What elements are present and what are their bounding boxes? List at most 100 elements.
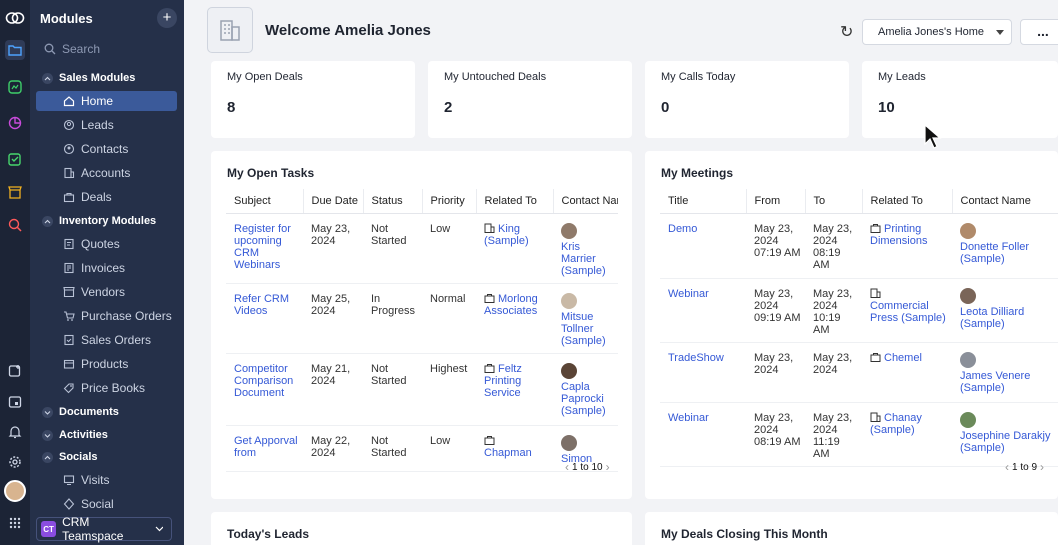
sidebar-item-invoices[interactable]: Invoices [36,258,177,278]
feeds-icon[interactable] [5,361,25,381]
col-priority[interactable]: Priority [421,189,476,214]
sidebar-item-label: Accounts [81,166,131,180]
col-related-to[interactable]: Related To [475,189,553,214]
kpi-calls-today[interactable]: My Calls Today 0 [645,61,849,138]
teamspace-switcher[interactable]: CT CRM Teamspace [36,515,172,543]
col-status[interactable]: Status [362,189,422,214]
apps-grid-icon[interactable] [5,513,25,533]
sidebar-item-accounts[interactable]: Accounts [36,163,177,183]
more-options-button[interactable]: ... [1020,19,1058,45]
meeting-to: May 23, 2024 11:19 AM [805,402,862,467]
section-label: Sales Modules [59,72,136,84]
kpi-untouched-deals[interactable]: My Untouched Deals 2 [428,61,632,138]
section-sales-modules[interactable]: Sales Modules [42,72,135,84]
teamspace-badge: CT [41,521,57,537]
next-page-icon[interactable]: › [1040,460,1044,474]
table-row: Competitor Comparison Document May 21, 2… [226,353,618,426]
section-documents[interactable]: Documents [42,406,119,418]
sidebar-item-purchase-orders[interactable]: Purchase Orders [36,306,177,326]
home-view-select[interactable]: Amelia Jones's Home [862,19,1012,45]
section-socials[interactable]: Socials [42,451,98,463]
col-from[interactable]: From [745,189,805,214]
user-avatar[interactable] [4,480,26,502]
col-to[interactable]: To [804,189,862,214]
table-row: Demo May 23, 2024 07:19 AM May 23, 2024 … [660,213,1058,279]
related-to-link[interactable]: Chemel [862,342,952,403]
related-to-link[interactable]: Feltz Printing Service [476,353,553,426]
sidebar-item-social[interactable]: Social [36,494,177,514]
section-inventory-modules[interactable]: Inventory Modules [42,215,156,227]
col-contact-name[interactable]: Contact Nar [552,189,618,214]
sidebar-item-quotes[interactable]: Quotes [36,234,177,254]
todays-leads-widget: Today's Leads [211,512,632,545]
contact-link[interactable]: Kris Marrier (Sample) [553,213,618,284]
contact-link[interactable]: Leota Dilliard (Sample) [952,278,1058,343]
section-activities[interactable]: Activities [42,429,108,441]
calendar-icon[interactable] [5,392,25,412]
sidebar-item-price-books[interactable]: Price Books [36,378,177,398]
related-to-link[interactable]: Morlong Associates [476,283,553,354]
meeting-title-link[interactable]: TradeShow [660,342,746,403]
sidebar-item-contacts[interactable]: Contacts [36,139,177,159]
settings-gear-icon[interactable] [5,452,25,472]
deal-icon [484,435,495,445]
chevron-up-icon [42,451,53,463]
task-subject-link[interactable]: Get Apporval from [226,425,303,472]
reports-icon[interactable] [5,113,25,133]
building-icon [484,223,495,233]
refresh-icon[interactable]: ↻ [840,22,853,42]
marketplace-icon[interactable] [5,182,25,202]
col-related-to[interactable]: Related To [861,189,952,214]
contact-avatar [960,222,976,239]
col-contact-name[interactable]: Contact Name [951,189,1058,214]
meeting-from: May 23, 2024 07:19 AM [746,213,805,279]
crm-logo-icon[interactable] [5,8,25,28]
sidebar-item-deals[interactable]: Deals [36,187,177,207]
section-label: Documents [59,406,119,418]
contact-avatar [561,434,577,451]
tasks-pager: ‹ 1 to 10 › [565,460,610,474]
task-subject-link[interactable]: Competitor Comparison Document [226,353,303,426]
col-subject[interactable]: Subject [226,189,303,214]
sidebar-item-visits[interactable]: Visits [36,470,177,490]
meeting-title-link[interactable]: Webinar [660,278,746,343]
contact-link[interactable]: James Venere (Sample) [952,342,1058,403]
contact-link[interactable]: Donette Foller (Sample) [952,213,1058,279]
prev-page-icon[interactable]: ‹ [1005,460,1009,474]
add-module-button[interactable]: + [157,8,177,28]
module-search[interactable]: Search [44,42,100,56]
search-records-icon[interactable] [5,215,25,235]
kpi-my-leads[interactable]: My Leads 10 [862,61,1058,138]
related-to-link[interactable]: Commercial Press (Sample) [862,278,952,343]
contact-link[interactable]: Josephine Darakjy (Sample) [952,402,1058,467]
next-page-icon[interactable]: › [606,460,610,474]
sidebar-item-home[interactable]: Home [36,91,177,111]
analytics-icon[interactable] [5,77,25,97]
sidebar-item-vendors[interactable]: Vendors [36,282,177,302]
related-to-link[interactable]: King (Sample) [476,213,553,284]
tasks-icon[interactable] [5,149,25,169]
quote-icon [64,238,74,250]
related-to-label: Chemel [884,351,922,364]
sidebar-item-sales-orders[interactable]: Sales Orders [36,330,177,350]
contact-avatar [960,351,976,368]
contact-link[interactable]: Capla Paprocki (Sample) [553,353,618,426]
task-subject-link[interactable]: Refer CRM Videos [226,283,303,354]
related-to-link[interactable]: Chanay (Sample) [862,402,952,467]
related-to-link[interactable]: Chapman [476,425,553,472]
kpi-open-deals[interactable]: My Open Deals 8 [211,61,415,138]
contact-link[interactable]: Mitsue Tollner (Sample) [553,283,618,354]
modules-icon[interactable] [5,40,25,60]
bell-icon[interactable] [5,422,25,442]
sidebar-item-leads[interactable]: Leads [36,115,177,135]
meeting-title-link[interactable]: Demo [660,213,746,279]
col-due-date[interactable]: Due Date [302,189,363,214]
welcome-title: Welcome Amelia Jones [265,22,431,39]
meetings-widget: My Meetings Title From To Related To Con… [645,151,1058,499]
sidebar-item-products[interactable]: Products [36,354,177,374]
col-title[interactable]: Title [660,189,746,214]
meeting-title-link[interactable]: Webinar [660,402,746,467]
prev-page-icon[interactable]: ‹ [565,460,569,474]
related-to-link[interactable]: Printing Dimensions [862,213,952,279]
task-subject-link[interactable]: Register for upcoming CRM Webinars [226,213,303,284]
